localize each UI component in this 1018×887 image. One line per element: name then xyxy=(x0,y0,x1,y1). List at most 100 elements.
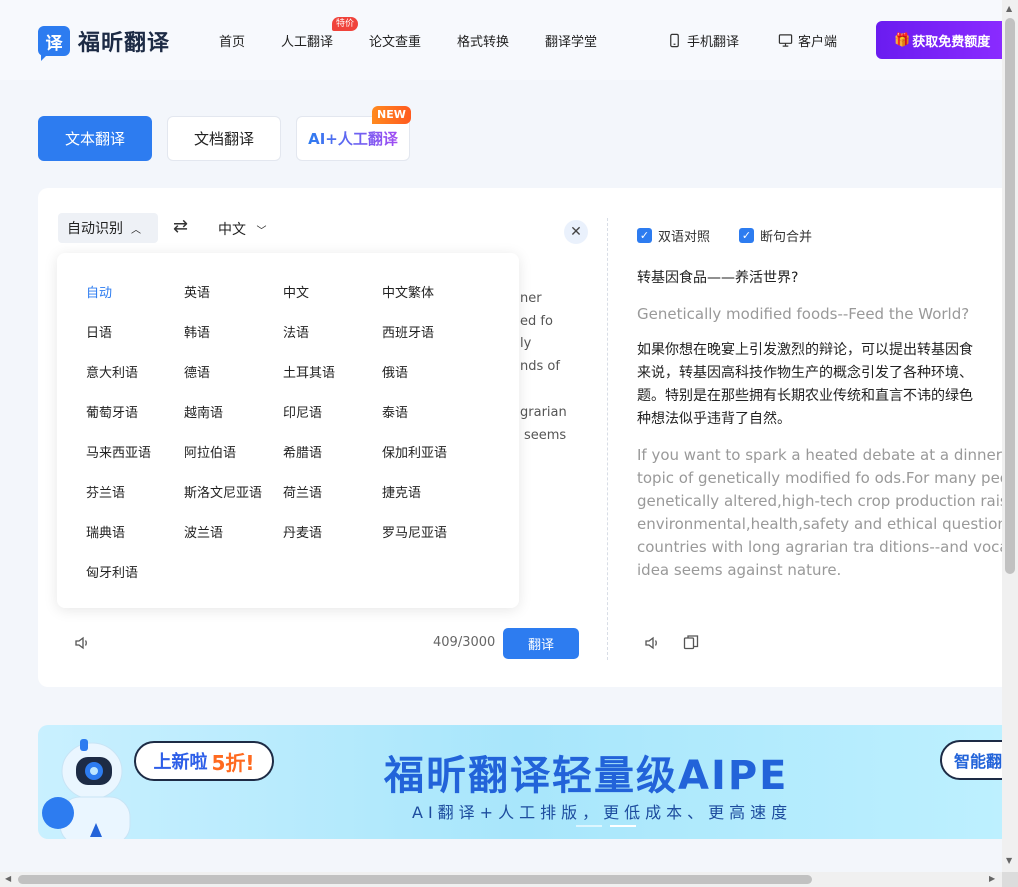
translate-button[interactable]: 翻译 xyxy=(503,628,579,659)
check-icon: ✓ xyxy=(637,228,652,243)
language-option[interactable]: 俄语 xyxy=(382,362,408,381)
monitor-icon xyxy=(778,34,793,47)
language-option[interactable]: 意大利语 xyxy=(86,362,138,381)
source-line: countries with long agrarian tra ditions… xyxy=(637,538,1013,556)
nav-format-convert[interactable]: 格式转换 xyxy=(457,31,509,50)
language-option[interactable]: 中文繁体 xyxy=(382,282,434,301)
language-option[interactable]: 英语 xyxy=(184,282,210,301)
source-language-select[interactable]: 自动识别 ︿ xyxy=(58,213,158,243)
language-option[interactable]: 捷克语 xyxy=(382,482,421,501)
bilingual-label: 双语对照 xyxy=(658,230,711,245)
source-text-fragment: ly xyxy=(520,336,532,351)
robot-mascot-icon xyxy=(42,739,131,839)
nav-human-translation[interactable]: 人工翻译 xyxy=(281,31,333,50)
horizontal-scrollbar[interactable]: ◀ ▶ xyxy=(0,872,1002,887)
mobile-translate-label: 手机翻译 xyxy=(687,35,740,50)
chevron-up-icon: ︿ xyxy=(131,224,141,236)
language-option[interactable]: 瑞典语 xyxy=(86,522,125,541)
source-line: genetically altered,high-tech crop produ… xyxy=(637,492,1017,510)
nav-translation-academy[interactable]: 翻译学堂 xyxy=(545,31,597,50)
character-count: 409/3000 xyxy=(433,635,496,650)
desktop-client-label: 客户端 xyxy=(798,35,838,50)
source-text-fragment: nds of xyxy=(520,359,560,374)
language-option[interactable]: 韩语 xyxy=(184,322,210,341)
mobile-translate-link[interactable]: 手机翻译 xyxy=(667,31,739,50)
output-speaker-icon[interactable] xyxy=(643,634,661,656)
chevron-down-icon: ﹀ xyxy=(256,226,267,237)
nav-plagiarism-check[interactable]: 论文查重 xyxy=(369,31,421,50)
panel-divider xyxy=(607,218,608,660)
translated-line: 如果你想在晚宴上引发激烈的辩论，可以提出转基因食 xyxy=(637,342,973,358)
merge-sentences-label: 断句合并 xyxy=(760,230,813,245)
carousel-dot[interactable] xyxy=(576,825,602,827)
source-text-fragment: grarian xyxy=(520,405,567,420)
scroll-down-icon[interactable]: ▼ xyxy=(1006,856,1012,865)
carousel-dot-active[interactable] xyxy=(610,825,636,827)
copy-icon[interactable] xyxy=(683,634,699,650)
language-option[interactable]: 保加利亚语 xyxy=(382,442,447,461)
bubble-text: 上新啦 xyxy=(153,752,208,773)
source-text-fragment: ed fo xyxy=(520,314,553,329)
desktop-client-link[interactable]: 客户端 xyxy=(778,31,837,50)
logo[interactable]: 译 福昕翻译 xyxy=(38,25,170,61)
phone-icon xyxy=(670,33,679,48)
scroll-up-icon[interactable]: ▲ xyxy=(1006,4,1012,13)
language-option[interactable]: 中文 xyxy=(283,282,309,301)
source-language-label: 自动识别 xyxy=(67,221,123,237)
translated-line: 转基因食品——养活世界? xyxy=(637,270,799,286)
tab-document-translation[interactable]: 文档翻译 xyxy=(167,116,281,161)
language-option[interactable]: 芬兰语 xyxy=(86,482,125,501)
source-line: Genetically modified foods--Feed the Wor… xyxy=(637,305,970,323)
banner-subtitle: AI翻译+人工排版，更低成本、更高速度 xyxy=(412,803,793,822)
language-option[interactable]: 葡萄牙语 xyxy=(86,402,138,421)
target-language-label: 中文 xyxy=(218,222,246,238)
scroll-left-icon[interactable]: ◀ xyxy=(5,874,11,883)
translated-line: 来说，转基因高科技作物生产的概念引发了各种环境、 xyxy=(637,365,973,381)
language-option[interactable]: 匈牙利语 xyxy=(86,562,138,581)
vertical-scroll-thumb[interactable] xyxy=(1005,18,1015,574)
gift-icon: 🎁 xyxy=(894,32,911,48)
scroll-right-icon[interactable]: ▶ xyxy=(989,874,995,883)
target-language-select[interactable]: 中文 ﹀ xyxy=(218,219,266,239)
language-option[interactable]: 德语 xyxy=(184,362,210,381)
speaker-icon[interactable] xyxy=(73,634,91,656)
tab-ai-label: AI+人工翻译 xyxy=(308,130,398,148)
language-option[interactable]: 马来西亚语 xyxy=(86,442,151,461)
language-option[interactable]: 法语 xyxy=(283,322,309,341)
language-option[interactable]: 波兰语 xyxy=(184,522,223,541)
language-option[interactable]: 丹麦语 xyxy=(283,522,322,541)
nav-home[interactable]: 首页 xyxy=(219,31,245,50)
bilingual-checkbox[interactable]: ✓ 双语对照 xyxy=(637,226,710,245)
swap-languages-icon[interactable]: ⇄ xyxy=(173,216,188,237)
carousel-dots[interactable] xyxy=(576,825,636,827)
language-option[interactable]: 斯洛文尼亚语 xyxy=(184,482,262,501)
sale-badge: 特价 xyxy=(332,17,359,31)
language-option[interactable]: 泰语 xyxy=(382,402,408,421)
banner-tag: 智能翻 xyxy=(940,740,1002,780)
language-option[interactable]: 罗马尼亚语 xyxy=(382,522,447,541)
source-text-fragment: seems xyxy=(524,428,567,443)
language-option[interactable]: 土耳其语 xyxy=(283,362,335,381)
language-option[interactable]: 越南语 xyxy=(184,402,223,421)
language-option[interactable]: 希腊语 xyxy=(283,442,322,461)
clear-text-button[interactable]: ✕ xyxy=(564,220,588,244)
scrollbar-corner xyxy=(1002,872,1018,887)
check-icon: ✓ xyxy=(739,228,754,243)
bubble-discount: 5折! xyxy=(211,750,255,775)
banner-title: 福昕翻译轻量级AIPE xyxy=(384,753,789,799)
tab-text-translation[interactable]: 文本翻译 xyxy=(38,116,152,161)
horizontal-scroll-thumb[interactable] xyxy=(18,875,812,884)
language-option[interactable]: 西班牙语 xyxy=(382,322,434,341)
translated-line: 题。特别是在那些拥有长期农业传统和直言不讳的绿色 xyxy=(637,388,973,404)
vertical-scrollbar[interactable]: ▲ ▼ xyxy=(1002,0,1018,872)
promo-banner[interactable]: 上新啦 5折! 福昕翻译轻量级AIPE AI翻译+人工排版，更低成本、更高速度 … xyxy=(38,725,1002,839)
get-free-quota-button[interactable]: 🎁 获取免费额度 xyxy=(876,21,1002,59)
language-option[interactable]: 日语 xyxy=(86,322,112,341)
merge-sentences-checkbox[interactable]: ✓ 断句合并 xyxy=(739,226,812,245)
language-option[interactable]: 印尼语 xyxy=(283,402,322,421)
language-option[interactable]: 自动 xyxy=(86,282,112,301)
language-option[interactable]: 阿拉伯语 xyxy=(184,442,236,461)
source-line: topic of genetically modified fo ods.For… xyxy=(637,469,1017,487)
language-option[interactable]: 荷兰语 xyxy=(283,482,322,501)
source-text-fragment: ner xyxy=(520,291,542,306)
